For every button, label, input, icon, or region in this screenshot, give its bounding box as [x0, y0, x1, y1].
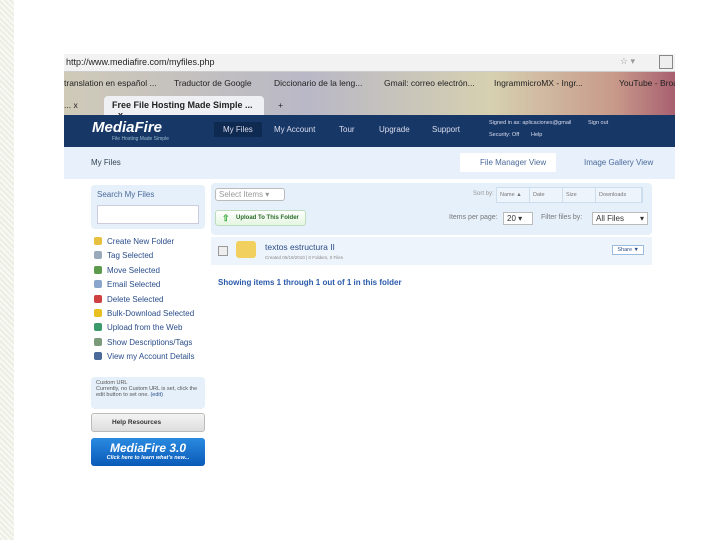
sidebar-action[interactable]: Show Descriptions/Tags — [94, 337, 193, 347]
site-nav: MediaFire File Hosting Made Simple My Fil… — [64, 115, 675, 147]
promo-banner[interactable]: MediaFire 3.0 Click here to learn what's… — [91, 438, 205, 466]
sidebar-action[interactable]: Email Selected — [94, 280, 160, 289]
folder-meta: Created 05/19/2010 | 0 Folders, 0 Files — [265, 255, 343, 260]
action-icon — [94, 294, 102, 303]
sort-option[interactable]: Size — [563, 188, 596, 202]
nav-upgrade[interactable]: Upgrade — [379, 125, 410, 134]
help-label: Help Resources — [112, 419, 162, 426]
filter-select[interactable]: All Files ▾ — [592, 212, 648, 225]
sidebar-action[interactable]: Tag Selected — [94, 251, 153, 260]
sidebar-action[interactable]: View my Account Details — [94, 352, 194, 361]
items-per-page-value: 20 — [507, 214, 516, 223]
action-label: Email Selected — [107, 280, 161, 290]
prev-tab[interactable]: ... x — [64, 100, 78, 110]
mediafire-logo[interactable]: MediaFire File Hosting Made Simple — [92, 119, 169, 142]
action-label: Show Descriptions/Tags — [107, 337, 193, 347]
action-label: Upload from the Web — [107, 323, 183, 333]
items-per-page-label: Items per page: — [449, 214, 498, 221]
action-icon — [94, 309, 102, 317]
slide-decoration — [0, 0, 14, 540]
folder-icon — [236, 241, 256, 258]
bookmark[interactable]: Gmail: correo electrón... — [384, 78, 475, 88]
sidebar-action[interactable]: Bulk-Download Selected — [94, 309, 194, 318]
sidebar-action[interactable]: Move Selected — [94, 265, 160, 275]
row-checkbox[interactable] — [218, 246, 228, 256]
action-label: View my Account Details — [107, 352, 195, 362]
action-icon — [94, 337, 102, 346]
browser-screenshot: http://www.mediafire.com/myfiles.php ☆ ▾ … — [64, 54, 675, 470]
sidebar-action[interactable]: Create New Folder — [94, 237, 174, 246]
bookmark[interactable]: IngrammicroMX - Ingr... — [494, 78, 583, 88]
upload-label: Upload To This Folder — [236, 215, 299, 221]
action-label: Bulk-Download Selected — [107, 309, 195, 318]
help-resources-button[interactable]: Help Resources — [91, 413, 205, 432]
action-label: Move Selected — [107, 265, 160, 275]
filter-label: Filter files by: — [541, 214, 583, 221]
nav-my-account[interactable]: My Account — [274, 125, 315, 134]
security-link[interactable]: Security: Off — [489, 132, 519, 138]
action-icon — [94, 323, 102, 332]
url-text: http://www.mediafire.com/myfiles.php — [66, 57, 215, 67]
folder-name[interactable]: textos estructura II — [265, 242, 335, 252]
nav-tour[interactable]: Tour — [339, 125, 355, 134]
bookmark[interactable]: YouTube - Broa — [619, 78, 675, 88]
edit-link[interactable]: (edit) — [150, 392, 163, 398]
tagline: File Hosting Made Simple — [112, 136, 169, 142]
search-engine-icon[interactable] — [659, 55, 673, 69]
new-tab-button[interactable]: + — [278, 100, 283, 110]
bookmark[interactable]: translation en español ... — [64, 78, 157, 88]
signed-in-text: Signed in as: aplicaciones@gmail — [489, 120, 572, 126]
promo-subtitle: Click here to learn what's new... — [106, 455, 190, 461]
nav-support[interactable]: Support — [432, 125, 460, 134]
tab-title: Free File Hosting Made Simple ... — [112, 100, 253, 110]
subheader: My Files File Manager View Image Gallery… — [64, 147, 675, 179]
select-items-dropdown[interactable]: Select Items ▾ — [215, 188, 285, 201]
action-icon — [94, 352, 102, 361]
select-items-label: Select Items — [219, 190, 264, 199]
action-icon — [94, 280, 102, 289]
upload-arrow-icon: ⇧ — [222, 213, 230, 223]
sort-option[interactable]: Date — [530, 188, 563, 202]
logo-text: MediaFire — [92, 119, 163, 136]
search-panel: Search My Files — [91, 185, 205, 229]
sidebar-action[interactable]: Upload from the Web — [94, 323, 182, 332]
image-gallery-view-tab[interactable]: Image Gallery View — [584, 158, 653, 167]
bookmark[interactable]: Traductor de Google — [174, 78, 252, 88]
file-row[interactable]: textos estructura II Created 05/19/2010 … — [211, 237, 652, 265]
sort-option[interactable]: Name ▲ — [497, 188, 530, 202]
toolbar: Select Items ▾ Sort by: Name ▲ Date Size Do… — [211, 183, 652, 235]
address-bar[interactable]: http://www.mediafire.com/myfiles.php ☆ ▾ — [64, 54, 675, 72]
sort-options: Name ▲ Date Size Downloads — [496, 187, 643, 203]
bookmark-star-icon[interactable]: ☆ ▾ — [620, 56, 635, 67]
file-manager-view-tab[interactable]: File Manager View — [460, 153, 556, 172]
search-input[interactable] — [97, 205, 199, 224]
sign-out-link[interactable]: Sign out — [588, 120, 608, 126]
action-label: Create New Folder — [107, 237, 175, 246]
promo-title: MediaFire 3.0 — [109, 441, 187, 455]
items-per-page-select[interactable]: 20 ▾ — [503, 212, 533, 225]
action-icon — [94, 265, 102, 274]
browser-chrome: translation en español ... Traductor de … — [64, 72, 675, 120]
share-button[interactable]: Share ▼ — [612, 245, 644, 255]
custom-url-panel: Custom URL Currently, no Custom URL is s… — [91, 377, 205, 409]
help-link[interactable]: Help — [531, 132, 542, 138]
filter-value: All Files — [596, 214, 625, 223]
active-tab[interactable]: Free File Hosting Made Simple ... x — [104, 96, 264, 120]
bookmark[interactable]: Diccionario de la leng... — [274, 78, 362, 88]
sidebar-action[interactable]: Delete Selected — [94, 294, 164, 304]
action-label: Tag Selected — [107, 251, 154, 261]
upload-button[interactable]: ⇧ Upload To This Folder — [215, 210, 306, 226]
sort-option[interactable]: Downloads — [596, 188, 642, 202]
action-label: Delete Selected — [107, 294, 164, 304]
search-label: Search My Files — [97, 190, 155, 199]
pagination-status: Showing items 1 through 1 out of 1 in th… — [218, 278, 402, 287]
custom-url-text: Currently, no Custom URL is set, click t… — [96, 386, 198, 398]
sort-by-label: Sort by: — [473, 191, 494, 197]
action-icon — [94, 237, 102, 245]
action-icon — [94, 251, 102, 260]
page-title: My Files — [91, 158, 121, 167]
nav-my-files[interactable]: My Files — [214, 122, 262, 137]
